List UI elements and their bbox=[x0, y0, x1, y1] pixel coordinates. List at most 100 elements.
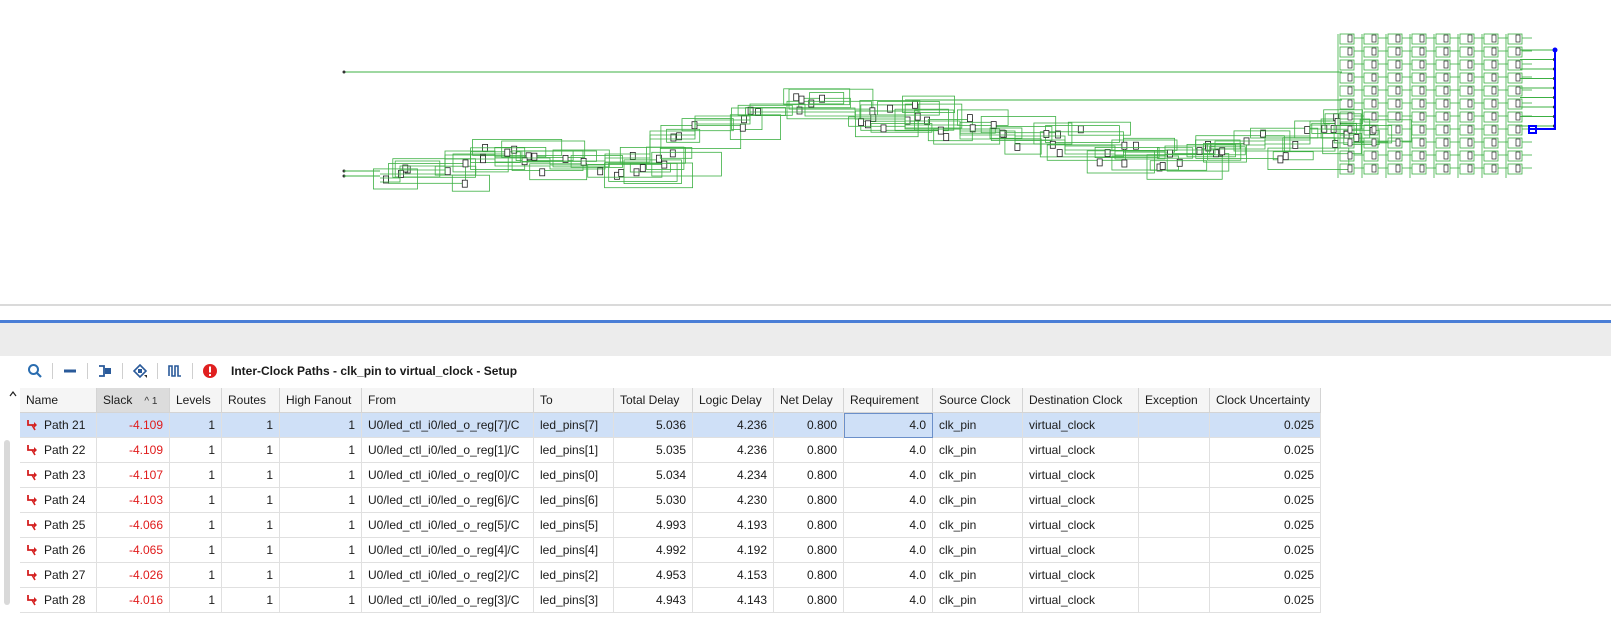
name-cell[interactable]: Path 24 bbox=[20, 487, 97, 513]
levels-cell[interactable]: 1 bbox=[169, 562, 222, 588]
name-cell[interactable]: Path 23 bbox=[20, 462, 97, 488]
collapse-icon[interactable] bbox=[59, 360, 81, 382]
column-header-total-delay[interactable]: Total Delay bbox=[613, 388, 693, 413]
name-cell[interactable]: Path 21 bbox=[20, 412, 97, 438]
slack-cell[interactable]: -4.066 bbox=[96, 512, 170, 538]
to-cell[interactable]: led_pins[2] bbox=[533, 562, 614, 588]
from-cell[interactable]: U0/led_ctl_i0/led_o_reg[4]/C bbox=[361, 537, 534, 563]
high-fanout-cell[interactable]: 1 bbox=[279, 562, 362, 588]
high-fanout-cell[interactable]: 1 bbox=[279, 462, 362, 488]
destination-clock-cell[interactable]: virtual_clock bbox=[1022, 537, 1139, 563]
name-cell[interactable]: Path 26 bbox=[20, 537, 97, 563]
requirement-cell[interactable]: 4.0 bbox=[843, 537, 933, 563]
slack-cell[interactable]: -4.065 bbox=[96, 537, 170, 563]
routes-cell[interactable]: 1 bbox=[221, 412, 280, 438]
source-clock-cell[interactable]: clk_pin bbox=[932, 512, 1023, 538]
slack-cell[interactable]: -4.016 bbox=[96, 587, 170, 613]
net-delay-cell[interactable]: 0.800 bbox=[773, 437, 844, 463]
clock-uncertainty-cell[interactable]: 0.025 bbox=[1209, 512, 1321, 538]
to-cell[interactable]: led_pins[6] bbox=[533, 487, 614, 513]
name-cell[interactable]: Path 28 bbox=[20, 587, 97, 613]
requirement-cell[interactable]: 4.0 bbox=[843, 462, 933, 488]
waveform-icon[interactable] bbox=[164, 360, 186, 382]
from-cell[interactable]: U0/led_ctl_i0/led_o_reg[7]/C bbox=[361, 412, 534, 438]
exception-cell[interactable] bbox=[1138, 437, 1210, 463]
schematic-canvas[interactable] bbox=[0, 0, 1611, 300]
high-fanout-cell[interactable]: 1 bbox=[279, 512, 362, 538]
from-cell[interactable]: U0/led_ctl_i0/led_o_reg[2]/C bbox=[361, 562, 534, 588]
logic-delay-cell[interactable]: 4.236 bbox=[692, 437, 774, 463]
source-clock-cell[interactable]: clk_pin bbox=[932, 462, 1023, 488]
table-row[interactable]: Path 26 -4.065 1 1 1 U0/led_ctl_i0/led_o_reg[… bbox=[20, 537, 1321, 563]
high-fanout-cell[interactable]: 1 bbox=[279, 437, 362, 463]
source-clock-cell[interactable]: clk_pin bbox=[932, 412, 1023, 438]
routes-cell[interactable]: 1 bbox=[221, 462, 280, 488]
table-row[interactable]: Path 28 -4.016 1 1 1 U0/led_ctl_i0/led_o_reg[… bbox=[20, 587, 1321, 613]
clock-uncertainty-cell[interactable]: 0.025 bbox=[1209, 487, 1321, 513]
logic-delay-cell[interactable]: 4.143 bbox=[692, 587, 774, 613]
exception-cell[interactable] bbox=[1138, 412, 1210, 438]
column-header-levels[interactable]: Levels bbox=[169, 388, 222, 413]
source-clock-cell[interactable]: clk_pin bbox=[932, 537, 1023, 563]
clock-uncertainty-cell[interactable]: 0.025 bbox=[1209, 412, 1321, 438]
logic-delay-cell[interactable]: 4.236 bbox=[692, 412, 774, 438]
destination-clock-cell[interactable]: virtual_clock bbox=[1022, 462, 1139, 488]
routes-cell[interactable]: 1 bbox=[221, 562, 280, 588]
net-delay-cell[interactable]: 0.800 bbox=[773, 462, 844, 488]
name-cell[interactable]: Path 27 bbox=[20, 562, 97, 588]
slack-cell[interactable]: -4.109 bbox=[96, 437, 170, 463]
clock-uncertainty-cell[interactable]: 0.025 bbox=[1209, 537, 1321, 563]
high-fanout-cell[interactable]: 1 bbox=[279, 412, 362, 438]
total-delay-cell[interactable]: 4.953 bbox=[613, 562, 693, 588]
routes-cell[interactable]: 1 bbox=[221, 437, 280, 463]
from-cell[interactable]: U0/led_ctl_i0/led_o_reg[6]/C bbox=[361, 487, 534, 513]
vertical-scrollbar[interactable] bbox=[4, 440, 10, 605]
logic-delay-cell[interactable]: 4.153 bbox=[692, 562, 774, 588]
clock-uncertainty-cell[interactable]: 0.025 bbox=[1209, 587, 1321, 613]
logic-delay-cell[interactable]: 4.230 bbox=[692, 487, 774, 513]
column-header-net-delay[interactable]: Net Delay bbox=[773, 388, 844, 413]
requirement-cell[interactable]: 4.0 bbox=[843, 587, 933, 613]
levels-cell[interactable]: 1 bbox=[169, 412, 222, 438]
column-header-routes[interactable]: Routes bbox=[221, 388, 280, 413]
total-delay-cell[interactable]: 4.993 bbox=[613, 512, 693, 538]
routes-cell[interactable]: 1 bbox=[221, 537, 280, 563]
column-header-requirement[interactable]: Requirement bbox=[843, 388, 933, 413]
column-header-high-fanout[interactable]: High Fanout bbox=[279, 388, 362, 413]
exception-cell[interactable] bbox=[1138, 562, 1210, 588]
exception-cell[interactable] bbox=[1138, 512, 1210, 538]
requirement-cell[interactable]: 4.0 bbox=[843, 412, 933, 438]
total-delay-cell[interactable]: 5.034 bbox=[613, 462, 693, 488]
levels-cell[interactable]: 1 bbox=[169, 437, 222, 463]
net-delay-cell[interactable]: 0.800 bbox=[773, 562, 844, 588]
routes-cell[interactable]: 1 bbox=[221, 512, 280, 538]
hierarchy-icon[interactable] bbox=[129, 360, 151, 382]
logic-delay-cell[interactable]: 4.234 bbox=[692, 462, 774, 488]
table-row[interactable]: Path 25 -4.066 1 1 1 U0/led_ctl_i0/led_o_reg[… bbox=[20, 512, 1321, 538]
destination-clock-cell[interactable]: virtual_clock bbox=[1022, 512, 1139, 538]
to-cell[interactable]: led_pins[1] bbox=[533, 437, 614, 463]
high-fanout-cell[interactable]: 1 bbox=[279, 487, 362, 513]
to-cell[interactable]: led_pins[3] bbox=[533, 587, 614, 613]
slack-cell[interactable]: -4.107 bbox=[96, 462, 170, 488]
column-header-source-clock[interactable]: Source Clock bbox=[932, 388, 1023, 413]
levels-cell[interactable]: 1 bbox=[169, 487, 222, 513]
destination-clock-cell[interactable]: virtual_clock bbox=[1022, 487, 1139, 513]
routes-cell[interactable]: 1 bbox=[221, 587, 280, 613]
column-header-exception[interactable]: Exception bbox=[1138, 388, 1210, 413]
clock-uncertainty-cell[interactable]: 0.025 bbox=[1209, 562, 1321, 588]
slack-cell[interactable]: -4.026 bbox=[96, 562, 170, 588]
high-fanout-cell[interactable]: 1 bbox=[279, 587, 362, 613]
to-cell[interactable]: led_pins[5] bbox=[533, 512, 614, 538]
slack-cell[interactable]: -4.109 bbox=[96, 412, 170, 438]
net-delay-cell[interactable]: 0.800 bbox=[773, 587, 844, 613]
clock-uncertainty-cell[interactable]: 0.025 bbox=[1209, 437, 1321, 463]
exception-cell[interactable] bbox=[1138, 487, 1210, 513]
source-clock-cell[interactable]: clk_pin bbox=[932, 437, 1023, 463]
to-cell[interactable]: led_pins[0] bbox=[533, 462, 614, 488]
table-row[interactable]: Path 22 -4.109 1 1 1 U0/led_ctl_i0/led_o_reg[… bbox=[20, 437, 1321, 463]
requirement-cell[interactable]: 4.0 bbox=[843, 562, 933, 588]
exception-cell[interactable] bbox=[1138, 587, 1210, 613]
name-cell[interactable]: Path 22 bbox=[20, 437, 97, 463]
table-row[interactable]: Path 27 -4.026 1 1 1 U0/led_ctl_i0/led_o_reg[… bbox=[20, 562, 1321, 588]
